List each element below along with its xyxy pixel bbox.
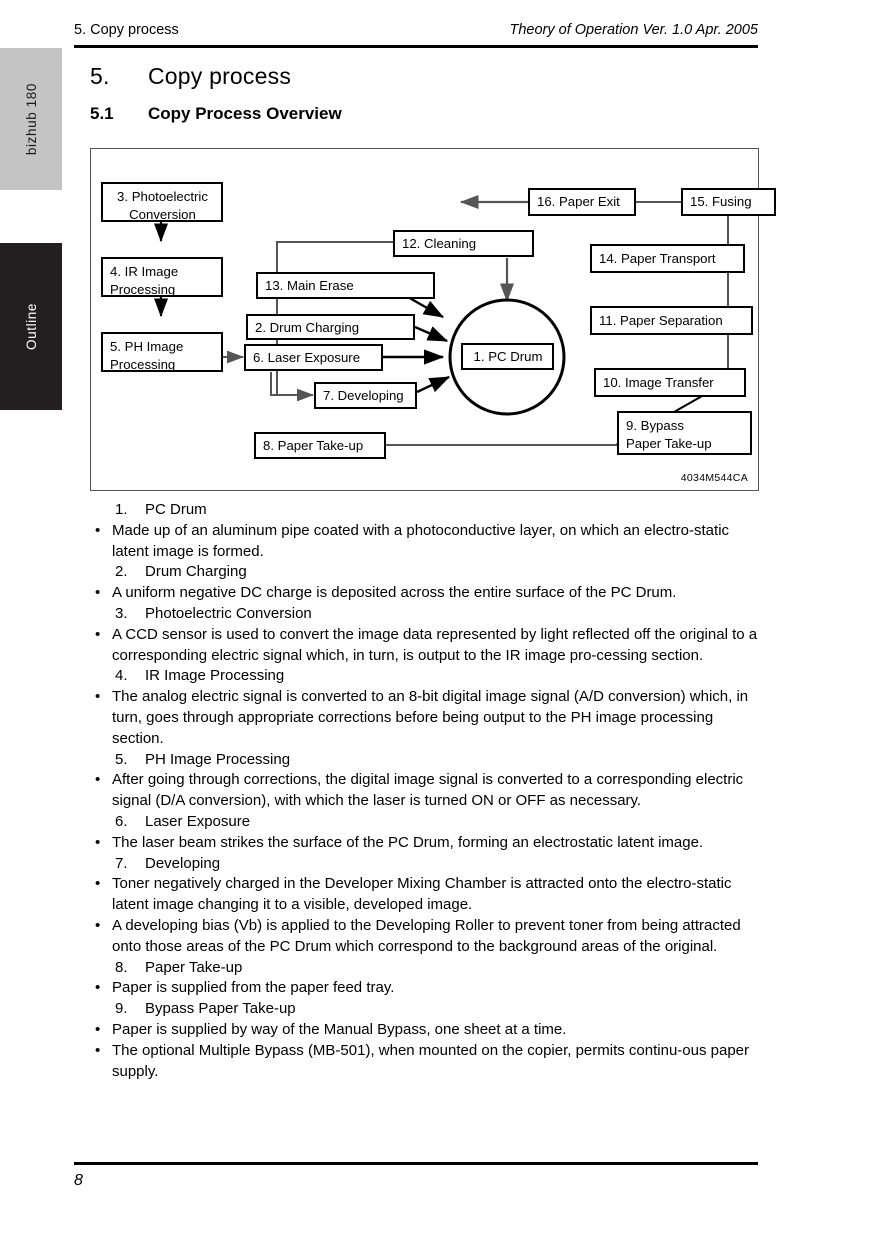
section-title: 5.1 Copy Process Overview (90, 104, 342, 124)
list-item-number: 5. (115, 750, 128, 768)
diagram-box-bypass-paper-take-up: 9. Bypass Paper Take-up (617, 411, 752, 455)
bullet-list-item: • Made up of an aluminum pipe coated with… (90, 521, 762, 563)
list-item-number: 7. (115, 854, 128, 872)
diagram-box-fusing: 15. Fusing (681, 188, 776, 216)
list-item-label: Photoelectric Conversion (145, 604, 312, 622)
bullet-text: The optional Multiple Bypass (MB-501), w… (112, 1041, 750, 1080)
page-title: 5. Copy process (90, 63, 291, 90)
page-number: 8 (74, 1172, 83, 1189)
bullet-text: A uniform negative DC charge is deposite… (112, 584, 677, 602)
list-item-number: 6. (115, 812, 128, 830)
numbered-list-item: 9. Bypass Paper Take-up (90, 999, 762, 1020)
diagram-box-developing: 7. Developing (314, 382, 417, 409)
list-item-label: Bypass Paper Take-up (145, 1000, 296, 1018)
numbered-list-item: 3. Photoelectric Conversion (90, 604, 762, 625)
list-item-label: Drum Charging (145, 563, 247, 581)
list-item-label: PC Drum (145, 501, 207, 518)
bullet-list-item: • The optional Multiple Bypass (MB-501), … (90, 1041, 762, 1083)
list-item-label: PH Image Processing (145, 750, 291, 768)
sidebar-tab-outline-label: Outline (23, 303, 39, 350)
section-title-text: Copy Process Overview (148, 104, 342, 123)
bullet-dot-icon: • (95, 833, 101, 851)
footer-divider (74, 1162, 758, 1165)
header-chapter-label: 5. Copy process (74, 22, 179, 38)
numbered-list-item: 7. Developing (90, 854, 762, 875)
bullet-dot-icon: • (95, 1020, 101, 1038)
bullet-text: The analog electric signal is converted … (112, 688, 749, 747)
body-content: 1. PC Drum • Made up of an aluminum pipe co… (90, 500, 762, 1082)
list-item-number: 4. (115, 667, 128, 685)
numbered-list-item: 2. Drum Charging (90, 562, 762, 583)
diagram-box-main-erase: 13. Main Erase (256, 272, 435, 299)
bullet-text: Made up of an aluminum pipe coated with … (112, 521, 730, 560)
bullet-dot-icon: • (95, 584, 101, 602)
diagram-box-cleaning: 12. Cleaning (393, 230, 534, 257)
section-number: 5.1 (90, 104, 114, 123)
list-item-label: Developing (145, 854, 221, 872)
numbered-list-item: 4. IR Image Processing (90, 666, 762, 687)
diagram-box-image-transfer: 10. Image Transfer (594, 368, 746, 397)
chapter-number: 5. (90, 63, 110, 89)
chapter-title: Copy process (148, 63, 292, 89)
list-item-label: Laser Exposure (145, 812, 251, 830)
bullet-text: Paper is supplied by way of the Manual B… (112, 1020, 567, 1038)
list-item-number: 3. (115, 604, 128, 622)
bullet-text: A developing bias (Vb) is applied to the… (112, 916, 741, 955)
bullet-list-item: • A developing bias (Vb) is applied to th… (90, 916, 762, 958)
bullet-list-item: • The analog electric signal is converted… (90, 687, 762, 749)
list-item-number: 2. (115, 563, 128, 581)
sidebar-tab-product-label: bizhub 180 (23, 82, 39, 156)
diagram-box-paper-transport: 14. Paper Transport (590, 244, 745, 273)
numbered-list-item: 5. PH Image Processing (90, 750, 762, 771)
sidebar-tab-product[interactable]: bizhub 180 (0, 48, 62, 190)
list-item-number: 9. (115, 1000, 128, 1018)
bullet-dot-icon: • (95, 979, 101, 997)
diagram-box-pc-drum: 1. PC Drum (461, 343, 554, 370)
numbered-list-item: 8. Paper Take-up (90, 958, 762, 979)
numbered-list-item: 6. Laser Exposure (90, 812, 762, 833)
bullet-list-item: • Paper is supplied by way of the Manual … (90, 1020, 762, 1041)
numbered-list-item: 1. PC Drum (90, 500, 762, 521)
header-document-label: Theory of Operation Ver. 1.0 Apr. 2005 (509, 22, 758, 38)
bullet-text: Paper is supplied from the paper feed tr… (112, 979, 395, 997)
diagram-box-paper-take-up: 8. Paper Take-up (254, 432, 386, 459)
diagram-box-drum-charging: 2. Drum Charging (246, 314, 415, 340)
list-item-number: 1. (115, 501, 128, 518)
running-header: 5. Copy process Theory of Operation Ver.… (74, 22, 758, 46)
bullet-text: After going through corrections, the dig… (112, 771, 744, 810)
diagram-box-laser-exposure: 6. Laser Exposure (244, 344, 383, 371)
bullet-list-item: • Paper is supplied from the paper feed t… (90, 978, 762, 999)
diagram-box-paper-separation: 11. Paper Separation (590, 306, 753, 335)
bullet-dot-icon: • (95, 688, 101, 706)
diagram-box-photoelectric-conversion: 3. Photoelectric Conversion (101, 182, 223, 222)
bullet-dot-icon: • (95, 771, 101, 789)
list-item-label: Paper Take-up (145, 958, 243, 976)
bullet-dot-icon: • (95, 916, 101, 934)
bullet-text: The laser beam strikes the surface of th… (112, 833, 704, 851)
diagram-box-ir-image-processing: 4. IR Image Processing (101, 257, 223, 297)
copy-process-diagram: 3. Photoelectric Conversion 4. IR Image … (90, 148, 776, 491)
bullet-list-item: • The laser beam strikes the surface of t… (90, 833, 762, 854)
bullet-dot-icon: • (95, 875, 101, 893)
bullet-list-item: • A CCD sensor is used to convert the ima… (90, 625, 762, 667)
header-divider (74, 45, 758, 48)
list-item-label: IR Image Processing (145, 667, 285, 685)
bullet-text: A CCD sensor is used to convert the imag… (112, 625, 758, 664)
diagram-box-ph-image-processing: 5. PH Image Processing (101, 332, 223, 372)
bullet-dot-icon: • (95, 625, 101, 643)
bullet-dot-icon: • (95, 521, 101, 539)
figure-id-label: 4034M544CA (680, 472, 748, 484)
diagram-box-paper-exit: 16. Paper Exit (528, 188, 636, 216)
bullet-dot-icon: • (95, 1041, 101, 1059)
bullet-list-item: • Toner negatively charged in the Develop… (90, 874, 762, 916)
bullet-list-item: • After going through corrections, the di… (90, 770, 762, 812)
bullet-text: Toner negatively charged in the Develope… (112, 875, 732, 914)
list-item-number: 8. (115, 958, 128, 976)
sidebar-tab-outline[interactable]: Outline (0, 243, 62, 410)
bullet-list-item: • A uniform negative DC charge is deposit… (90, 583, 762, 604)
